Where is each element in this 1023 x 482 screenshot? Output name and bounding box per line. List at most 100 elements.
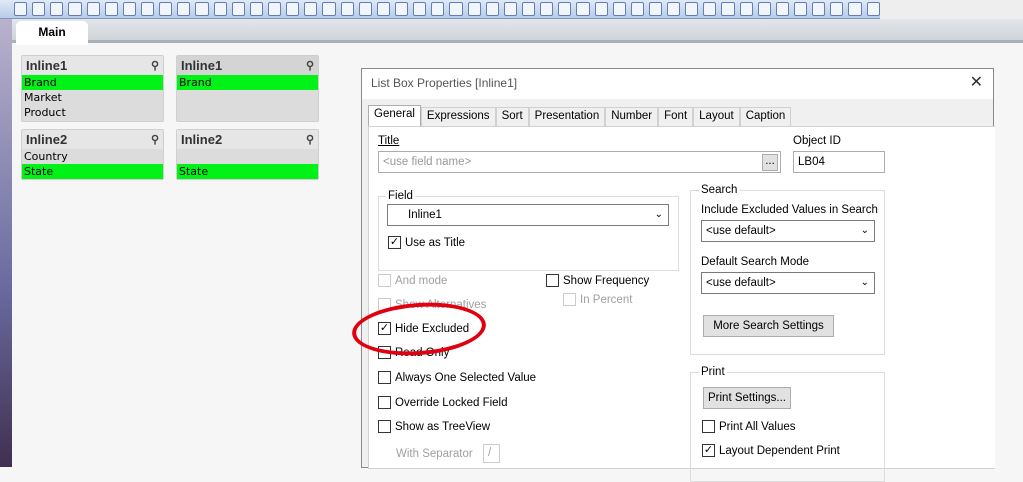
use-as-title-checkbox[interactable]: ✓ Use as Title [388, 236, 465, 249]
select-value: <use default> [706, 277, 776, 289]
toolbar-button-icon[interactable] [612, 2, 626, 16]
tab-sort[interactable]: Sort [495, 107, 529, 126]
toolbar-button-icon[interactable] [431, 2, 445, 16]
toolbar-button-icon[interactable] [848, 2, 862, 16]
toolbar-button-icon[interactable] [630, 2, 644, 16]
toolbar-button-icon[interactable] [812, 2, 826, 16]
toolbar-button-icon[interactable] [757, 2, 771, 16]
toolbar-button-icon[interactable] [267, 2, 282, 16]
object-id-input[interactable]: LB04 [793, 151, 885, 173]
list-item[interactable] [177, 149, 318, 164]
tab-general[interactable]: General [368, 105, 421, 126]
toolbar-button-icon[interactable] [721, 2, 735, 16]
list-item[interactable]: Product [22, 105, 163, 120]
toolbar-button-icon[interactable] [358, 2, 372, 16]
default-search-select[interactable]: <use default> ⌄ [701, 272, 875, 294]
toolbar-button-icon[interactable] [140, 2, 155, 16]
tab-main[interactable]: Main [16, 21, 88, 45]
always-one-selected-checkbox[interactable]: Always One Selected Value [378, 371, 536, 384]
toolbar-button-icon[interactable] [413, 2, 427, 16]
toolbar-button-icon[interactable] [14, 2, 28, 16]
toolbar-button-icon[interactable] [68, 2, 82, 16]
toolbar-button-icon[interactable] [775, 2, 790, 16]
search-icon[interactable]: ⚲ [151, 57, 159, 76]
tab-number[interactable]: Number [605, 107, 659, 126]
search-icon[interactable]: ⚲ [306, 131, 314, 150]
field-select[interactable]: Inline1 ⌄ [387, 204, 669, 226]
more-search-settings-button[interactable]: More Search Settings [703, 315, 834, 337]
list-item[interactable]: Country [22, 149, 163, 164]
toolbar [0, 0, 880, 19]
listbox-title: Inline2 [181, 132, 223, 147]
close-icon[interactable]: ✕ [970, 69, 983, 97]
toolbar-button-icon[interactable] [685, 2, 699, 16]
checkbox-box: ✓ [702, 444, 715, 457]
toolbar-button-icon[interactable] [521, 2, 536, 16]
toolbar-button-icon[interactable] [304, 2, 318, 16]
toolbar-button-icon[interactable] [394, 2, 409, 16]
in-percent-checkbox[interactable]: In Percent [563, 293, 632, 306]
title-input[interactable]: <use field name> [378, 151, 781, 173]
toolbar-button-icon[interactable] [376, 2, 390, 16]
toolbar-button-icon[interactable] [340, 2, 354, 16]
separator-input[interactable]: / [483, 444, 500, 463]
toolbar-button-icon[interactable] [866, 2, 880, 16]
checkbox-box: ✓ [388, 236, 401, 249]
toolbar-button-icon[interactable] [159, 2, 173, 16]
show-frequency-checkbox[interactable]: Show Frequency [546, 274, 649, 287]
toolbar-button-icon[interactable] [322, 2, 336, 16]
toolbar-button-icon[interactable] [86, 2, 100, 16]
toolbar-button-icon[interactable] [830, 2, 844, 16]
list-item[interactable]: Market [22, 90, 163, 105]
show-treeview-checkbox[interactable]: Show as TreeView [378, 420, 490, 433]
listbox-inline2-a[interactable]: Inline2 ⚲ Country State [21, 129, 164, 180]
toolbar-button-icon[interactable] [594, 2, 608, 16]
include-excluded-select[interactable]: <use default> ⌄ [701, 220, 875, 242]
toolbar-button-icon[interactable] [177, 2, 191, 16]
toolbar-button-icon[interactable] [50, 2, 64, 16]
tab-layout[interactable]: Layout [693, 107, 740, 126]
toolbar-button-icon[interactable] [558, 2, 572, 16]
listbox-inline1-b[interactable]: Inline1 ⚲ Brand [176, 55, 319, 122]
toolbar-button-icon[interactable] [703, 2, 717, 16]
toolbar-button-icon[interactable] [540, 2, 554, 16]
toolbar-button-icon[interactable] [231, 2, 245, 16]
override-locked-checkbox[interactable]: Override Locked Field [378, 396, 508, 409]
toolbar-button-icon[interactable] [286, 2, 300, 16]
list-item[interactable]: State [177, 164, 318, 179]
list-item[interactable]: State [22, 164, 163, 179]
toolbar-button-icon[interactable] [122, 2, 136, 16]
toolbar-button-icon[interactable] [485, 2, 499, 16]
tab-expressions[interactable]: Expressions [420, 107, 496, 126]
toolbar-button-icon[interactable] [467, 2, 481, 16]
toolbar-button-icon[interactable] [503, 2, 517, 16]
toolbar-button-icon[interactable] [449, 2, 463, 16]
list-item[interactable]: Brand [22, 75, 163, 90]
toolbar-button-icon[interactable] [195, 2, 209, 16]
tab-presentation[interactable]: Presentation [528, 107, 606, 126]
toolbar-button-icon[interactable] [213, 2, 227, 16]
toolbar-button-icon[interactable] [32, 2, 46, 16]
print-settings-button[interactable]: Print Settings... [703, 387, 791, 409]
toolbar-button-icon[interactable] [648, 2, 663, 16]
layout-dependent-print-checkbox[interactable]: ✓ Layout Dependent Print [702, 444, 840, 457]
toolbar-button-icon[interactable] [104, 2, 118, 16]
toolbar-button-icon[interactable] [667, 2, 681, 16]
search-group-label: Search [699, 184, 740, 196]
search-icon[interactable]: ⚲ [151, 131, 159, 150]
toolbar-button-icon[interactable] [739, 2, 753, 16]
toolbar-end [880, 0, 1023, 19]
listbox-header: Inline2 ⚲ [22, 130, 163, 149]
listbox-inline2-b[interactable]: Inline2 ⚲ State [176, 129, 319, 180]
list-item[interactable]: Brand [177, 75, 318, 90]
tab-caption[interactable]: Caption [739, 107, 792, 126]
toolbar-button-icon[interactable] [249, 2, 263, 16]
and-mode-checkbox[interactable]: And mode [378, 274, 447, 287]
toolbar-button-icon[interactable] [576, 2, 590, 16]
browse-button[interactable]: ... [762, 154, 778, 171]
search-icon[interactable]: ⚲ [306, 57, 314, 76]
listbox-inline1-a[interactable]: Inline1 ⚲ Brand Market Product [21, 55, 164, 122]
print-all-values-checkbox[interactable]: Print All Values [702, 420, 796, 433]
toolbar-button-icon[interactable] [794, 2, 808, 16]
tab-font[interactable]: Font [658, 107, 694, 126]
